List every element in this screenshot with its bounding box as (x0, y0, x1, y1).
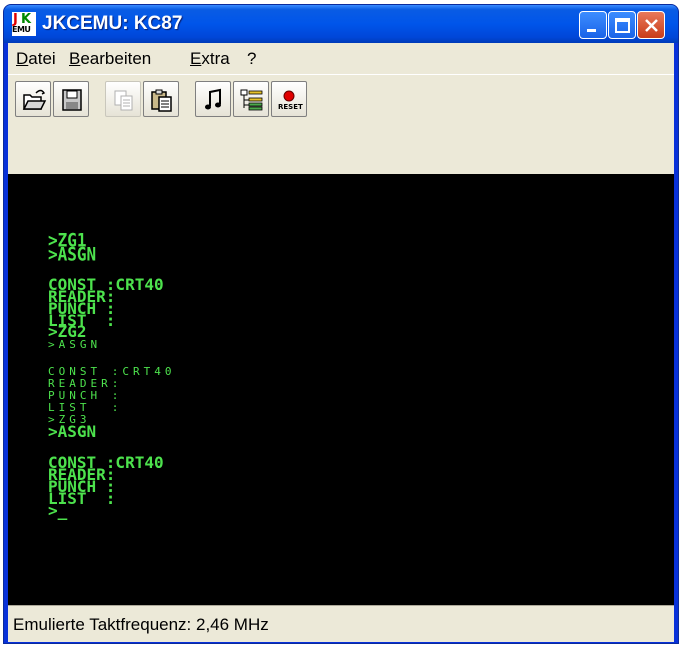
terminal-line: PUNCH : (48, 389, 123, 402)
reset-label: RESET (278, 103, 303, 111)
status-text: Emulierte Taktfrequenz: 2,46 MHz (13, 615, 269, 634)
app-window: J K EMU JKCEMU: KC87 Datei Bearbeiten Extr… (3, 4, 679, 644)
menu-extra-mnemonic: E (190, 49, 202, 68)
save-button[interactable] (53, 81, 89, 117)
menu-help-label: ? (247, 49, 257, 68)
title-bar[interactable]: J K EMU JKCEMU: KC87 (4, 5, 678, 43)
client-area: Datei Bearbeiten Extra ? RESET >ZG1 >ASG… (8, 43, 674, 642)
menu-datei[interactable]: Datei (16, 49, 56, 69)
copy-button[interactable] (105, 81, 141, 117)
menu-datei-mnemonic: D (16, 49, 29, 68)
open-folder-icon (22, 89, 47, 110)
tree-list-button[interactable] (233, 81, 269, 117)
terminal-line: >ASGN (48, 422, 97, 441)
terminal-line: >ASGN (48, 338, 102, 351)
maximize-button[interactable] (608, 11, 636, 39)
terminal-prompt: >_ (48, 501, 68, 520)
menu-help[interactable]: ? (247, 49, 256, 69)
menu-bearbeiten-mnemonic: B (69, 49, 81, 68)
toolbar: RESET (8, 74, 674, 124)
paste-button[interactable] (143, 81, 179, 117)
menu-bearbeiten-label: earbeiten (80, 49, 152, 68)
maximize-icon (615, 18, 630, 33)
menu-bar: Datei Bearbeiten Extra ? (8, 43, 674, 73)
window-title: JKCEMU: KC87 (42, 13, 183, 34)
status-bar: Emulierte Taktfrequenz: 2,46 MHz (8, 605, 674, 642)
terminal-line: >ZG2 (48, 322, 87, 341)
copy-icon (114, 90, 133, 111)
jkcemu-logo-icon[interactable]: J K EMU (12, 12, 36, 36)
minimize-icon (587, 29, 596, 32)
save-disk-icon (62, 89, 82, 111)
emulator-screen[interactable]: >ZG1 >ASGN CONST :CRT40 READER: PUNCH : … (8, 174, 674, 605)
minimize-button[interactable] (579, 11, 607, 39)
menu-bearbeiten[interactable]: Bearbeiten (69, 49, 151, 69)
close-button[interactable] (637, 11, 665, 39)
terminal-line: LIST : (48, 401, 123, 414)
menu-extra[interactable]: Extra (190, 49, 230, 69)
tree-list-icon (240, 89, 263, 111)
terminal-line: READER: (48, 377, 123, 390)
close-icon (645, 19, 658, 32)
menu-datei-label: atei (28, 49, 56, 68)
reset-button[interactable]: RESET (271, 81, 307, 117)
menu-extra-label: xtra (201, 49, 230, 68)
paste-icon (151, 89, 172, 112)
terminal-line: CONST :CRT40 (48, 365, 176, 378)
open-button[interactable] (15, 81, 51, 117)
music-note-icon (205, 88, 221, 110)
audio-button[interactable] (195, 81, 231, 117)
terminal-line: >ASGN (48, 243, 97, 266)
